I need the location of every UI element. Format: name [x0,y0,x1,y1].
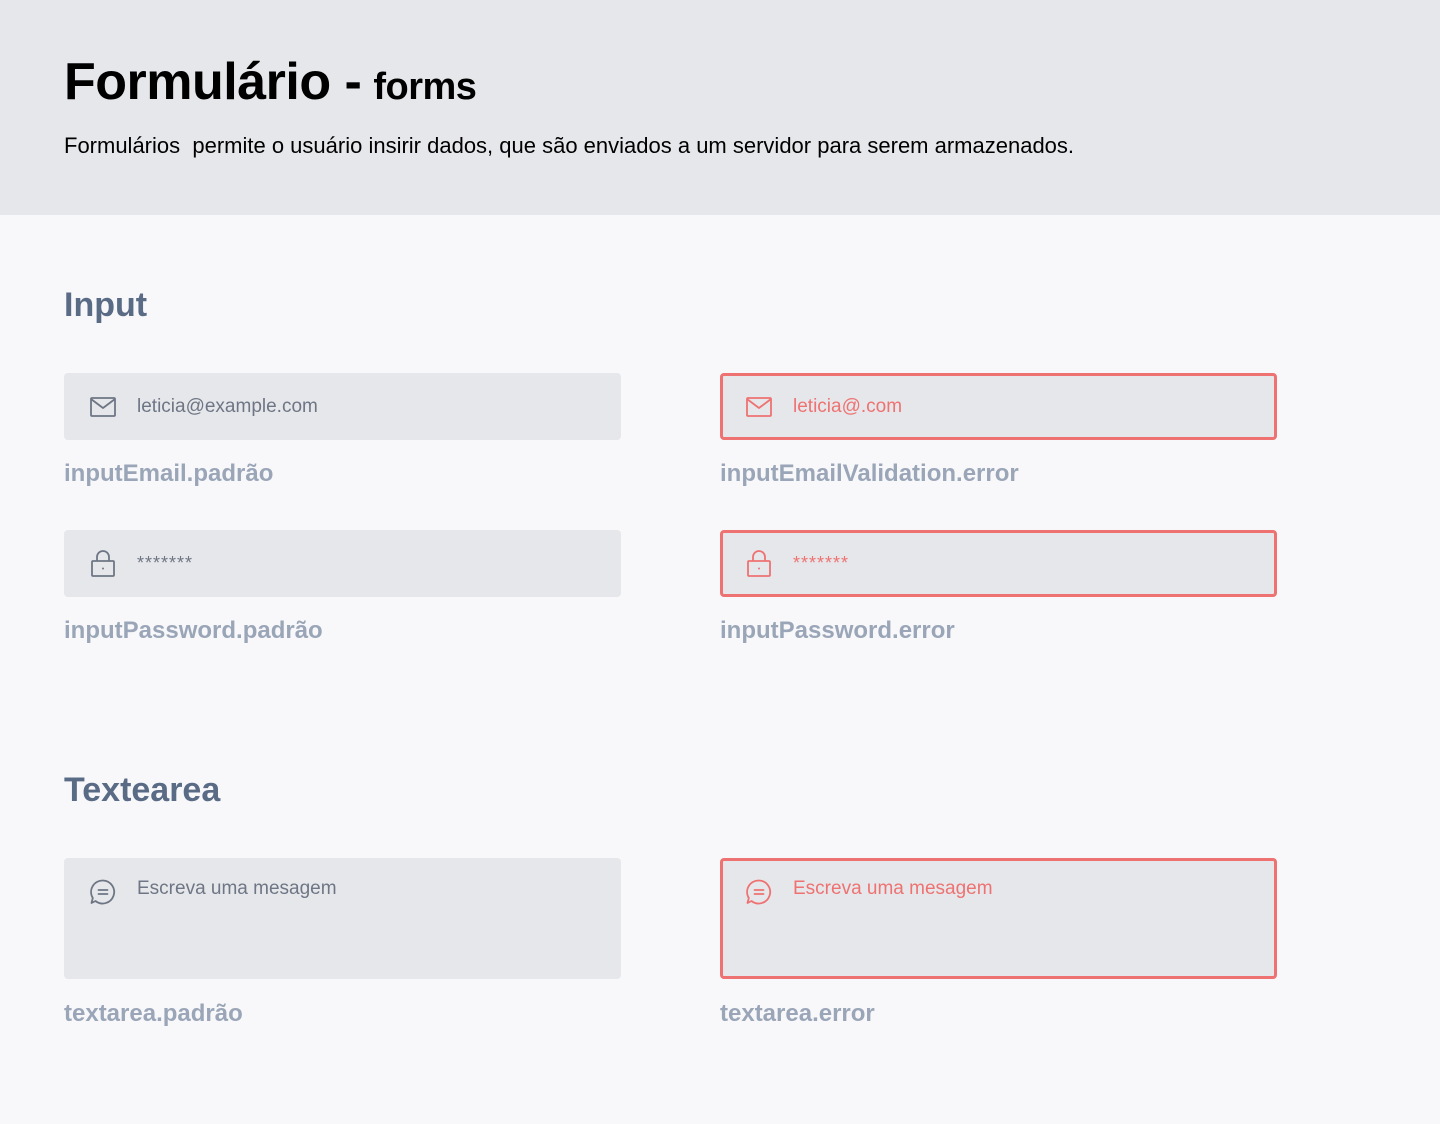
page-header: Formulário - forms Formulários permite o … [0,0,1440,215]
email-error-value: leticia@.com [793,395,903,417]
textarea-error-placeholder: Escreva uma mesagem [793,878,993,899]
message-icon [745,878,773,906]
email-input-default[interactable]: leticia@example.com [64,373,621,440]
section-title-input: Input [64,286,148,324]
textarea-default-caption: textarea.padrão [64,1000,243,1027]
email-input-value: leticia@example.com [137,395,318,417]
page-title: Formulário - forms [64,52,477,112]
section-title-textarea: Textearea [64,771,221,809]
textarea-default[interactable]: Escreva uma mesagem [64,858,621,979]
password-error-caption: inputPassword.error [720,617,955,644]
page-description: Formulários permite o usuário insirir da… [64,133,1075,158]
lock-icon [89,549,117,578]
password-input-default[interactable]: ******* [64,530,621,597]
email-default-caption: inputEmail.padrão [64,460,274,487]
lock-icon [745,549,773,578]
textarea-error-caption: textarea.error [720,1000,875,1027]
mail-icon [89,393,117,421]
page-subtitle: forms [373,66,477,108]
textarea-placeholder: Escreva uma mesagem [137,878,337,899]
password-error-value: ******* [793,553,850,573]
page-title-text: Formulário - [64,53,362,111]
mail-icon [745,393,773,421]
email-error-caption: inputEmailValidation.error [720,460,1019,487]
email-input-error[interactable]: leticia@.com [720,373,1277,440]
textarea-error[interactable]: Escreva uma mesagem [720,858,1277,979]
message-icon [89,878,117,906]
password-input-error[interactable]: ******* [720,530,1277,597]
password-input-value: ******* [137,553,194,573]
password-default-caption: inputPassword.padrão [64,617,323,644]
